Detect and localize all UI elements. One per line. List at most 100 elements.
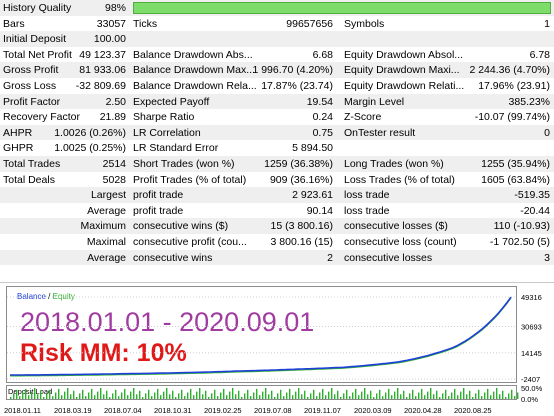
report-row: Profit Factor 2.50 Expected Payoff 19.54 Mar…: [0, 93, 554, 110]
metric-value: 110 (-10.93): [493, 220, 550, 233]
metric-value: 100.00: [93, 33, 126, 46]
deposit-load-bar: [193, 395, 195, 399]
deposit-load-bar: [376, 393, 378, 399]
metric-value: 2 244.36 (4.70%): [469, 64, 550, 77]
deposit-load-bar: [130, 391, 132, 399]
deposit-y-label: 50.0%: [521, 384, 543, 393]
deposit-load-bar: [250, 396, 252, 399]
deposit-load-bar: [382, 396, 384, 399]
metric-value: 21.89: [99, 111, 126, 124]
deposit-load-bar: [157, 388, 159, 399]
deposit-load-bar: [223, 388, 225, 399]
metric-value: 1.0026 (0.26%): [54, 126, 126, 139]
deposit-load-bar: [118, 396, 120, 399]
deposit-load-bar: [487, 388, 489, 399]
metric-value: 5028: [102, 173, 126, 186]
deposit-load-bar: [106, 390, 108, 399]
deposit-load-bar: [379, 389, 381, 399]
deposit-load-bar: [121, 392, 123, 399]
deposit-load-bar: [463, 388, 465, 399]
deposit-load-bar: [61, 395, 63, 399]
deposit-load-bar: [277, 393, 279, 399]
deposit-load-bar: [385, 392, 387, 399]
deposit-load-bar: [169, 394, 171, 399]
deposit-load-bar: [370, 390, 372, 399]
deposit-load-bar: [490, 395, 492, 399]
deposit-load-bar: [70, 394, 72, 399]
metric-value: 15 (3 800.16): [270, 220, 333, 233]
deposit-load-bar: [361, 391, 363, 399]
deposit-load-bar: [109, 397, 111, 399]
report-row: AHPR 1.0026 (0.26%) LR Correlation 0.75 OnTe…: [0, 124, 554, 141]
deposit-load-bar: [400, 394, 402, 399]
deposit-load-bar: [58, 388, 60, 399]
deposit-load-bar: [406, 397, 408, 399]
deposit-load-bar: [343, 393, 345, 399]
deposit-load-bar: [340, 397, 342, 399]
deposit-load-bar: [247, 389, 249, 399]
metric-value: 2514: [102, 158, 126, 170]
deposit-load-bar: [13, 393, 15, 399]
deposit-load-bar: [37, 394, 39, 399]
deposit-load-bar: [424, 395, 426, 399]
deposit-load-bar: [91, 388, 93, 399]
deposit-load-bar: [211, 393, 213, 399]
deposit-load-bar: [124, 388, 126, 399]
stats-row: Average consecutive wins 2 consecutive loss…: [0, 249, 554, 266]
metric-value: 1: [544, 17, 550, 30]
deposit-load-bar: [199, 388, 201, 399]
metric-value: 2.50: [105, 95, 126, 108]
deposit-load-bar: [496, 388, 498, 399]
x-tick-label: 2018.07.04: [104, 406, 142, 415]
deposit-load-bar: [142, 397, 144, 399]
report-row: Gross Loss -32 809.69 Balance Drawdown Rel…: [0, 78, 554, 94]
metric-value: 99657656: [286, 17, 333, 30]
deposit-load-bar: [43, 397, 45, 399]
equity-line: [10, 297, 512, 377]
stats-row: Maximum consecutive wins ($) 15 (3 800.16)…: [0, 218, 554, 234]
deposit-load-bar: [148, 389, 150, 399]
deposit-load-bar: [112, 393, 114, 399]
metric-value: 5 894.50: [292, 142, 333, 155]
deposit-load-bar: [133, 388, 135, 399]
balance-equity-chart: Balance / Equity 2018.01.01 - 2020.09.01…: [0, 282, 554, 416]
deposit-load-bar: [64, 391, 66, 399]
metric-value: 6.78: [529, 48, 550, 61]
metric-value: 19.54: [306, 95, 333, 108]
deposit-load-bar: [49, 389, 51, 399]
deposit-load-bar: [436, 390, 438, 399]
report-row: Bars 33057 Ticks 99657656 Symbols 1: [0, 16, 554, 32]
deposit-load-bar: [265, 388, 267, 399]
deposit-load-bar: [19, 396, 21, 399]
deposit-load-bar: [151, 396, 153, 399]
deposit-load-bar: [364, 388, 366, 399]
metric-value: 17.96% (23.91): [478, 80, 550, 92]
deposit-load-bar: [445, 389, 447, 399]
deposit-load-bar: [481, 396, 483, 399]
deposit-load-bar: [412, 389, 414, 399]
stat-kind-label: Maximal: [86, 236, 126, 248]
x-tick-label: 2019.07.08: [254, 406, 292, 415]
deposit-load-bar: [232, 388, 234, 399]
deposit-load-bar: [409, 393, 411, 399]
deposit-load-bar: [127, 395, 129, 399]
y-tick-label: 49316: [521, 293, 542, 302]
metric-value: 1255 (35.94%): [481, 158, 550, 170]
deposit-load-bar: [154, 392, 156, 399]
deposit-load-bar: [307, 397, 309, 399]
metric-value: 17.87% (23.74): [261, 80, 333, 92]
metric-value: 6.68: [312, 48, 333, 61]
balance-line: [10, 296, 512, 376]
deposit-load-bar: [73, 390, 75, 399]
deposit-load-bar: [298, 388, 300, 399]
deposit-load-bar: [100, 388, 102, 399]
stat-kind-label: Average: [87, 251, 126, 264]
deposit-load-bar: [10, 397, 12, 399]
stat-kind-label: Largest: [90, 189, 126, 202]
deposit-load-bar: [274, 397, 276, 399]
deposit-load-bar: [427, 391, 429, 399]
deposit-load-bar: [415, 396, 417, 399]
deposit-load-bar: [46, 393, 48, 399]
deposit-load-bar: [97, 391, 99, 399]
deposit-load-bar: [283, 396, 285, 399]
